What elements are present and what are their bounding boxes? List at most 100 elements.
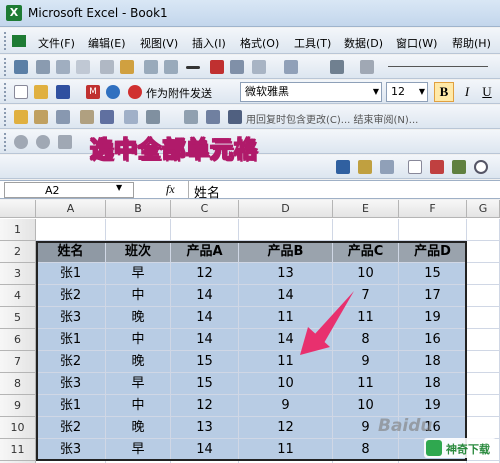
line-width-selector[interactable] xyxy=(388,66,488,67)
radio-icon[interactable] xyxy=(474,160,488,174)
column-header-e[interactable]: E xyxy=(333,200,399,218)
group-icon[interactable] xyxy=(452,160,466,174)
row-header-5[interactable]: 5 xyxy=(0,307,36,329)
review-icon[interactable] xyxy=(56,110,70,124)
row-header-4[interactable]: 4 xyxy=(0,285,36,307)
row-header-7[interactable]: 7 xyxy=(0,351,36,373)
menu-edit[interactable]: 编辑(E) xyxy=(88,35,126,51)
edit-icon[interactable] xyxy=(330,60,344,74)
clipart-icon[interactable] xyxy=(358,160,372,174)
chart-icon[interactable] xyxy=(14,60,28,74)
folder-icon[interactable] xyxy=(14,110,28,124)
toolbar-grip[interactable] xyxy=(4,32,7,50)
eraser-icon[interactable] xyxy=(360,60,374,74)
row-header-6[interactable]: 6 xyxy=(0,329,36,351)
toolbar-grip[interactable] xyxy=(4,133,7,151)
track-icon[interactable] xyxy=(124,110,138,124)
align-icon[interactable] xyxy=(36,60,50,74)
new-icon[interactable] xyxy=(14,85,28,99)
empty-cell[interactable] xyxy=(467,329,500,351)
rotate-icon[interactable] xyxy=(56,60,70,74)
toolbar-grip[interactable] xyxy=(4,108,7,126)
line-style-icon[interactable] xyxy=(186,66,200,69)
attachment-icon[interactable] xyxy=(128,85,142,99)
row-header-8[interactable]: 8 xyxy=(0,373,36,395)
menu-file[interactable]: 文件(F) xyxy=(38,35,75,51)
option-icon[interactable] xyxy=(430,160,444,174)
font-size-select[interactable]: 12 ▼ xyxy=(386,82,428,102)
pen-icon[interactable] xyxy=(252,60,266,74)
empty-cell[interactable] xyxy=(171,219,239,241)
back-icon[interactable] xyxy=(14,135,28,149)
empty-cell[interactable] xyxy=(467,307,500,329)
underline-button[interactable]: U xyxy=(478,82,496,102)
empty-cell[interactable] xyxy=(467,351,500,373)
folder-icon[interactable] xyxy=(120,60,134,74)
row-header-11[interactable]: 11 xyxy=(0,439,36,461)
empty-cell[interactable] xyxy=(36,219,106,241)
menu-insert[interactable]: 插入(I) xyxy=(192,35,226,51)
empty-cell[interactable] xyxy=(467,219,500,241)
prev-icon[interactable] xyxy=(184,110,198,124)
empty-cell[interactable] xyxy=(467,263,500,285)
italic-button[interactable]: I xyxy=(458,82,476,102)
empty-cell[interactable] xyxy=(106,219,171,241)
row-header-10[interactable]: 10 xyxy=(0,417,36,439)
menu-format[interactable]: 格式(O) xyxy=(240,35,279,51)
menu-tools[interactable]: 工具(T) xyxy=(294,35,331,51)
save-icon[interactable] xyxy=(56,85,70,99)
stop-icon[interactable] xyxy=(58,135,72,149)
column-header-b[interactable]: B xyxy=(106,200,171,218)
next-icon[interactable] xyxy=(206,110,220,124)
menu-help[interactable]: 帮助(H) xyxy=(452,35,491,51)
copy-icon[interactable] xyxy=(34,110,48,124)
column-header-a[interactable]: A xyxy=(36,200,106,218)
column-header-f[interactable]: F xyxy=(399,200,467,218)
function-icon[interactable]: fx xyxy=(166,182,175,197)
open-icon[interactable] xyxy=(34,85,48,99)
picture-icon[interactable] xyxy=(380,160,394,174)
tool-icon[interactable] xyxy=(210,60,224,74)
empty-cell[interactable] xyxy=(467,241,500,263)
empty-cell[interactable] xyxy=(399,219,467,241)
empty-cell[interactable] xyxy=(467,285,500,307)
toolbar-grip[interactable] xyxy=(4,83,7,101)
chevron-down-icon[interactable]: ▼ xyxy=(116,183,122,192)
empty-cell[interactable] xyxy=(467,373,500,395)
select-all-corner[interactable] xyxy=(0,200,36,218)
reply-icon[interactable] xyxy=(228,110,242,124)
show-icon[interactable] xyxy=(146,110,160,124)
name-box[interactable]: A2 xyxy=(4,182,134,198)
row-header-2[interactable]: 2 xyxy=(0,241,36,263)
chart-wizard-icon[interactable] xyxy=(336,160,350,174)
font-name-select[interactable]: 微软雅黑 ▼ xyxy=(240,82,382,102)
forward-icon[interactable] xyxy=(36,135,50,149)
shape-icon[interactable] xyxy=(76,60,90,74)
formula-content[interactable]: 姓名 xyxy=(194,182,220,201)
column-header-d[interactable]: D xyxy=(239,200,333,218)
pointer-icon[interactable] xyxy=(230,60,244,74)
column-header-c[interactable]: C xyxy=(171,200,239,218)
menu-view[interactable]: 视图(V) xyxy=(140,35,178,51)
ink-icon[interactable] xyxy=(100,110,114,124)
comment-icon[interactable] xyxy=(80,110,94,124)
line-icon[interactable] xyxy=(164,60,178,74)
menu-data[interactable]: 数据(D) xyxy=(344,35,383,51)
arrow-icon[interactable] xyxy=(144,60,158,74)
excel-doc-icon[interactable] xyxy=(12,35,26,47)
row-header-3[interactable]: 3 xyxy=(0,263,36,285)
menu-window[interactable]: 窗口(W) xyxy=(396,35,437,51)
checkbox-icon[interactable] xyxy=(408,160,422,174)
bold-button[interactable]: B xyxy=(434,82,454,102)
row-header-1[interactable]: 1 xyxy=(0,219,36,241)
row-header-9[interactable]: 9 xyxy=(0,395,36,417)
cut-icon[interactable] xyxy=(100,60,114,74)
mail-icon[interactable]: M xyxy=(86,85,100,99)
empty-cell[interactable] xyxy=(333,219,399,241)
brush-icon[interactable] xyxy=(284,60,298,74)
toolbar-grip[interactable] xyxy=(4,58,7,76)
empty-cell[interactable] xyxy=(467,417,500,439)
permission-icon[interactable] xyxy=(106,85,120,99)
column-header-g[interactable]: G xyxy=(467,200,500,218)
empty-cell[interactable] xyxy=(239,219,333,241)
